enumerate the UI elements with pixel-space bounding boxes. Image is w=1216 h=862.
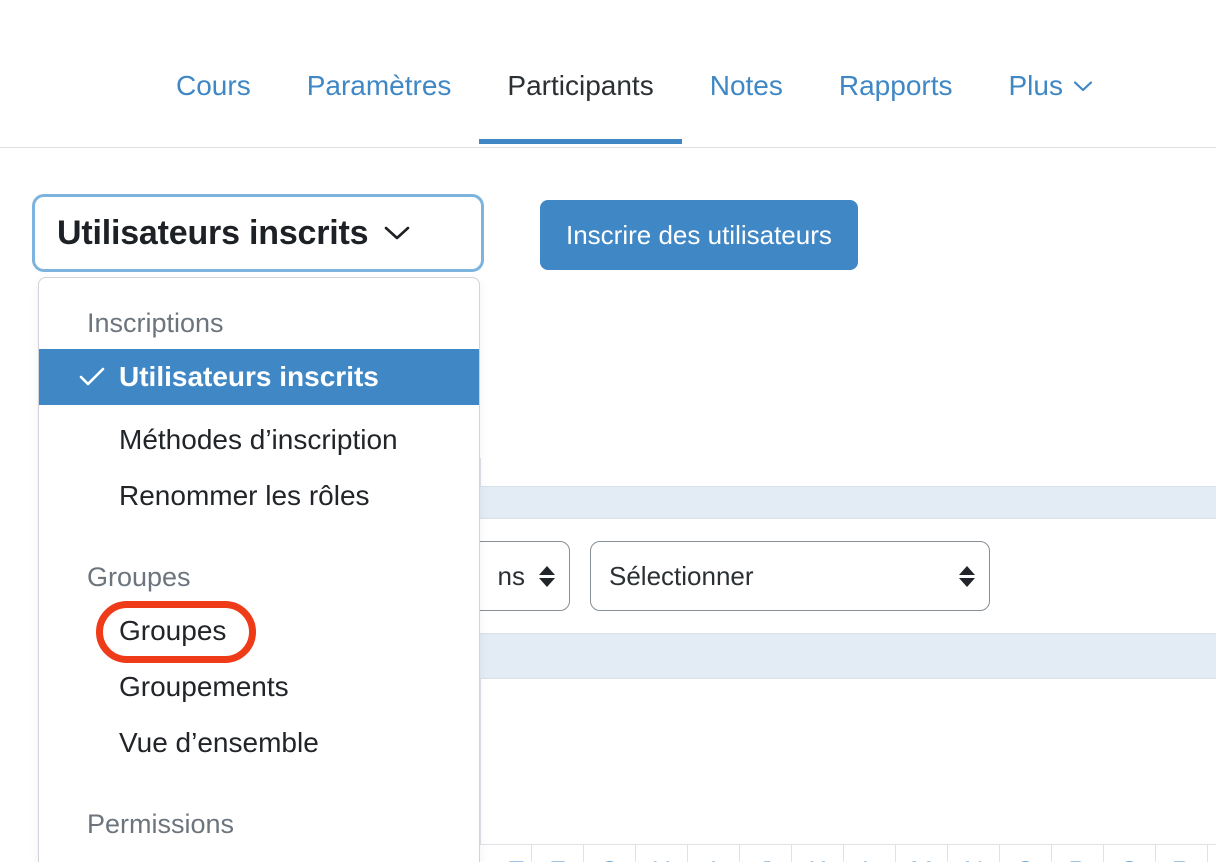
course-nav-tabs: Cours Paramètres Participants Notes Rapports…	[160, 58, 1122, 114]
filter-band-top	[480, 486, 1216, 519]
filter-type-select-value: ns	[498, 561, 525, 592]
check-icon	[79, 367, 105, 387]
alphabet-filter-letter[interactable]: M	[896, 845, 948, 862]
nav-tab-label: Rapports	[839, 70, 953, 101]
enrol-users-button[interactable]: Inscrire des utilisateurs	[540, 200, 858, 270]
nav-tab-label: Notes	[710, 70, 783, 101]
nav-tab-label: Plus	[1009, 70, 1063, 101]
dropdown-option-label: Méthodes d’inscription	[119, 424, 398, 456]
page-root: Cours Paramètres Participants Notes Rapports…	[0, 0, 1216, 862]
alphabet-filter-letter[interactable]: L	[844, 845, 896, 862]
nav-tab-participants[interactable]: Participants	[479, 58, 681, 114]
filter-value-select[interactable]: Sélectionner	[590, 541, 990, 611]
alphabet-filter-row-firstname: EFGHIJKLMNOPQRS	[480, 844, 1216, 862]
dropdown-group-label: Inscriptions	[39, 300, 479, 349]
dropdown-option-utilisateurs-inscrits[interactable]: Utilisateurs inscrits	[39, 349, 479, 405]
updown-caret-icon	[539, 566, 555, 587]
filter-controls-row: ns Sélectionner	[480, 519, 1216, 633]
filter-band-bottom	[480, 633, 1216, 679]
dropdown-option-label: Groupes	[119, 615, 226, 647]
alphabet-filter-letter[interactable]: F	[532, 845, 584, 862]
nav-tab-paramtres[interactable]: Paramètres	[279, 58, 480, 114]
nav-tab-rapports[interactable]: Rapports	[811, 58, 981, 114]
participants-view-dropdown-label: Utilisateurs inscrits	[57, 214, 368, 253]
participants-view-dropdown-menu: Inscriptions Utilisateurs inscrits Méthode…	[38, 277, 480, 862]
dropdown-option-renommer-les-r-les[interactable]: Renommer les rôles	[39, 468, 479, 524]
filter-value-select-value: Sélectionner	[609, 561, 754, 592]
dropdown-group-label: Permissions	[39, 771, 479, 850]
dropdown-option-label: Groupements	[119, 671, 289, 703]
dropdown-option-groupements[interactable]: Groupements	[39, 659, 479, 715]
alphabet-filter-letter[interactable]: O	[1000, 845, 1052, 862]
alphabet-filter-letter[interactable]: N	[948, 845, 1000, 862]
participants-view-dropdown-trigger[interactable]: Utilisateurs inscrits	[32, 194, 484, 272]
alphabet-filter-letter[interactable]: S	[1208, 845, 1216, 862]
nav-tab-plus[interactable]: Plus	[981, 58, 1122, 114]
active-tab-underline	[479, 139, 681, 144]
nav-tab-label: Paramètres	[307, 70, 452, 101]
dropdown-option-label: Vue d’ensemble	[119, 727, 319, 759]
dropdown-option-vue-d-ensemble[interactable]: Vue d’ensemble	[39, 715, 479, 771]
nav-tab-notes[interactable]: Notes	[682, 58, 811, 114]
chevron-down-icon	[1072, 79, 1094, 93]
alphabet-filter-letter[interactable]: I	[688, 845, 740, 862]
dropdown-option-m-thodes-d-inscription[interactable]: Méthodes d’inscription	[39, 412, 479, 468]
chevron-down-icon	[382, 223, 412, 243]
alphabet-filter-letter[interactable]: P	[1052, 845, 1104, 862]
nav-tab-label: Cours	[176, 70, 251, 101]
alphabet-filter-letter[interactable]: H	[636, 845, 688, 862]
dropdown-option-groupes[interactable]: Groupes	[39, 603, 479, 659]
nav-tab-label: Participants	[507, 70, 653, 101]
dropdown-option-label: Renommer les rôles	[119, 480, 370, 512]
course-nav-bar: Cours Paramètres Participants Notes Rapports…	[0, 0, 1216, 148]
alphabet-filter-letter[interactable]: E	[480, 845, 532, 862]
alphabet-filter-letter[interactable]: G	[584, 845, 636, 862]
dropdown-option-spacer	[39, 405, 479, 412]
updown-caret-icon	[959, 566, 975, 587]
alphabet-filter-letter[interactable]: J	[740, 845, 792, 862]
alphabet-filter-letter[interactable]: K	[792, 845, 844, 862]
dropdown-group-label: Groupes	[39, 524, 479, 603]
alphabet-filter-letter[interactable]: R	[1156, 845, 1208, 862]
dropdown-option-label: Utilisateurs inscrits	[119, 361, 379, 393]
nav-tab-cours[interactable]: Cours	[160, 58, 279, 114]
alphabet-filter-letter[interactable]: Q	[1104, 845, 1156, 862]
